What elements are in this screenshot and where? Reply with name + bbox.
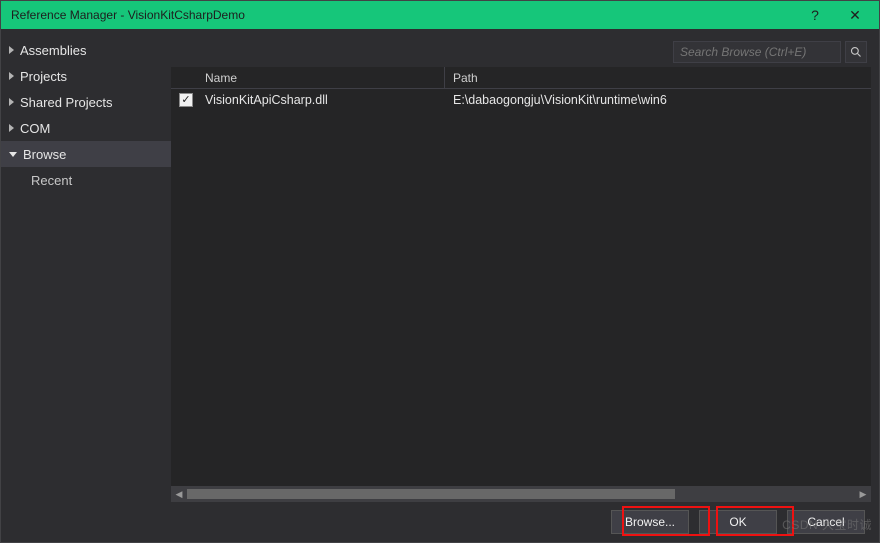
table-row[interactable]: ✓ VisionKitApiCsharp.dll E:\dabaogongju\… [171,89,871,111]
sidebar-item-label: Recent [31,173,72,188]
sidebar-item-label: Assemblies [20,43,86,58]
titlebar[interactable]: Reference Manager - VisionKitCsharpDemo … [1,1,879,29]
browse-button[interactable]: Browse... [611,510,689,534]
sidebar: Assemblies Projects Shared Projects COM … [1,29,171,502]
window-title: Reference Manager - VisionKitCsharpDemo [11,8,795,22]
help-button[interactable]: ? [795,1,835,29]
sidebar-item-shared-projects[interactable]: Shared Projects [1,89,171,115]
sidebar-item-label: COM [20,121,50,136]
sidebar-item-browse[interactable]: Browse [1,141,171,167]
main-panel: Name Path ✓ VisionKitApiCsharp.dll E:\da… [171,37,871,502]
sidebar-item-com[interactable]: COM [1,115,171,141]
chevron-right-icon [9,72,14,80]
sidebar-subitem-recent[interactable]: Recent [1,167,171,193]
column-headers: Name Path [171,67,871,89]
sidebar-item-label: Shared Projects [20,95,113,110]
search-input[interactable] [673,41,841,63]
reference-manager-window: Reference Manager - VisionKitCsharpDemo … [0,0,880,543]
list-body: ✓ VisionKitApiCsharp.dll E:\dabaogongju\… [171,89,871,486]
chevron-right-icon [9,46,14,54]
search-bar [171,37,871,67]
footer: Browse... OK Cancel [1,502,879,542]
column-name-header[interactable]: Name [201,67,445,88]
search-icon [850,46,862,58]
horizontal-scrollbar[interactable]: ◀ ▶ [171,486,871,502]
reference-list: Name Path ✓ VisionKitApiCsharp.dll E:\da… [171,67,871,502]
ok-button[interactable]: OK [699,510,777,534]
sidebar-item-label: Projects [20,69,67,84]
scroll-thumb[interactable] [187,489,675,499]
row-path: E:\dabaogongju\VisionKit\runtime\win6 [445,93,871,107]
chevron-right-icon [9,124,14,132]
chevron-down-icon [9,152,17,157]
scroll-track[interactable] [187,486,855,502]
cancel-button[interactable]: Cancel [787,510,865,534]
sidebar-item-label: Browse [23,147,66,162]
sidebar-item-assemblies[interactable]: Assemblies [1,37,171,63]
row-name: VisionKitApiCsharp.dll [201,93,445,107]
sidebar-item-projects[interactable]: Projects [1,63,171,89]
close-button[interactable]: ✕ [835,1,875,29]
search-button[interactable] [845,41,867,63]
scroll-left-icon[interactable]: ◀ [171,486,187,502]
chevron-right-icon [9,98,14,106]
column-path-header[interactable]: Path [445,67,871,88]
scroll-right-icon[interactable]: ▶ [855,486,871,502]
column-checkbox [171,67,201,88]
row-checkbox[interactable]: ✓ [179,93,193,107]
dialog-body: Assemblies Projects Shared Projects COM … [1,29,879,502]
